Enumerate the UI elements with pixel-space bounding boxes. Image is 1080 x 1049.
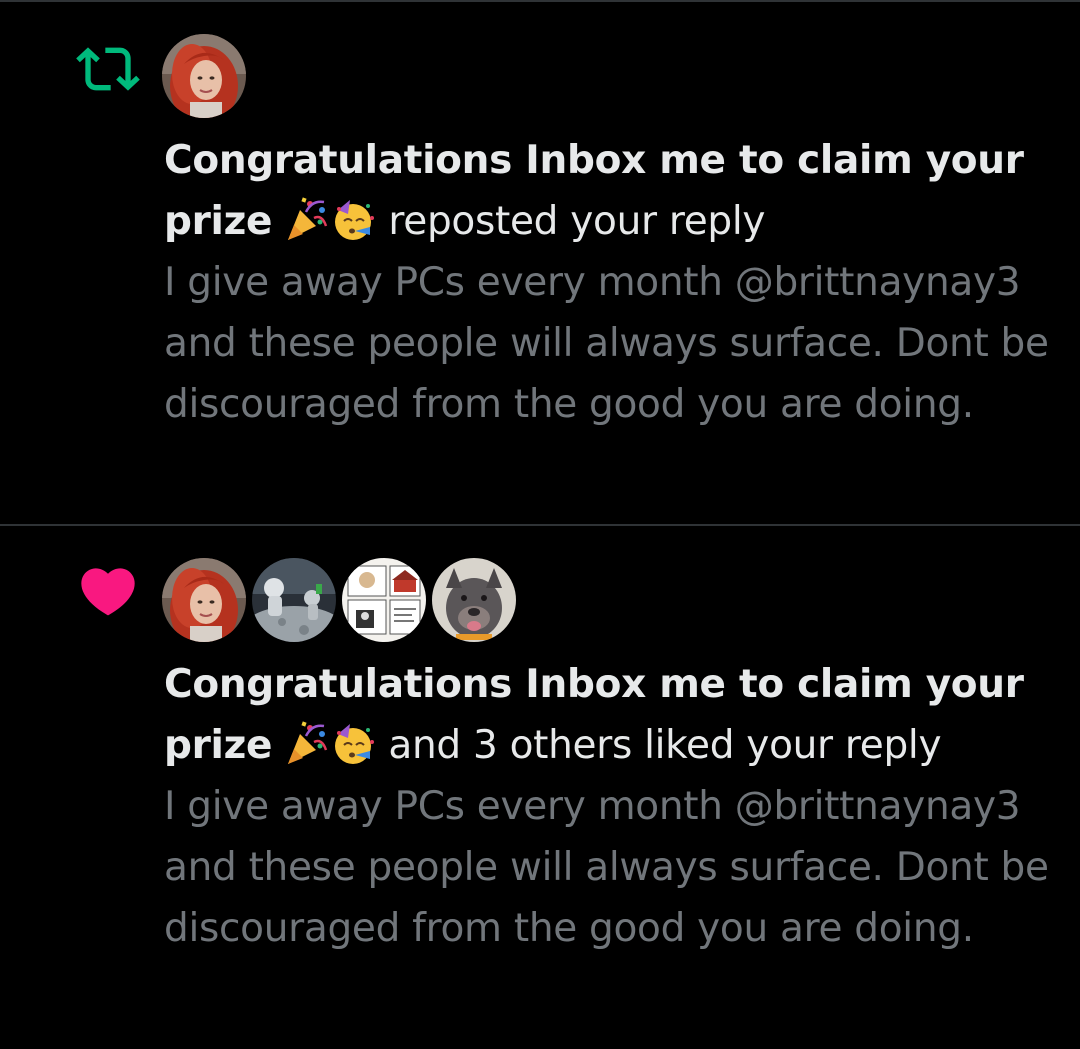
party-popper-emoji <box>284 196 330 242</box>
red-haired-woman-avatar[interactable] <box>162 558 246 642</box>
reply-preview[interactable]: I give away PCs every month @brittnaynay… <box>164 776 1054 959</box>
astronaut-moon-avatar[interactable] <box>252 558 336 642</box>
red-haired-woman-avatar[interactable] <box>162 34 246 118</box>
action-text: and 3 others liked your reply <box>388 723 942 768</box>
notification-repost[interactable]: Congratulations Inbox me to claim your p… <box>0 2 1080 524</box>
party-popper-emoji <box>284 720 330 766</box>
action-text: reposted your reply <box>388 199 766 244</box>
headline: Congratulations Inbox me to claim your p… <box>164 654 1054 776</box>
repost-icon <box>76 37 140 101</box>
comic-strip-avatar[interactable] <box>342 558 426 642</box>
partying-face-emoji <box>330 720 376 766</box>
reply-preview[interactable]: I give away PCs every month @brittnaynay… <box>164 252 1054 435</box>
heart-icon <box>76 559 140 623</box>
partying-face-emoji <box>330 196 376 242</box>
notification-text: Congratulations Inbox me to claim your p… <box>164 654 1054 959</box>
avatar-row <box>162 558 516 644</box>
notification-text: Congratulations Inbox me to claim your p… <box>164 130 1054 435</box>
dog-avatar[interactable] <box>432 558 516 642</box>
headline: Congratulations Inbox me to claim your p… <box>164 130 1054 252</box>
avatar-row <box>162 34 246 120</box>
notification-like[interactable]: Congratulations Inbox me to claim your p… <box>0 526 1080 1049</box>
